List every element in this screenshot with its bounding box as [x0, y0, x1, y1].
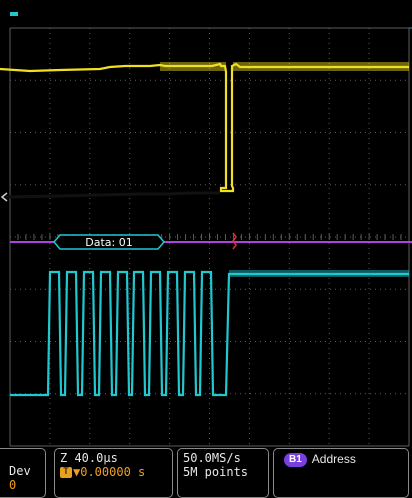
dev-label: Dev [9, 464, 31, 478]
bus-status-line: B1 Address [284, 452, 356, 467]
zoom-readout: Z 40.0µs [60, 451, 118, 465]
bus-b1-badge: B1 [284, 452, 307, 467]
trigger-position-readout: T ▼0.00000 s [60, 465, 145, 479]
top-strip [0, 0, 412, 28]
trigger-position-value: ▼0.00000 s [73, 465, 146, 479]
ch2-ref-marker [10, 12, 18, 16]
oscilloscope-screen: Data: 01 [0, 0, 412, 447]
sample-rate: 50.0MS/s [183, 451, 241, 465]
ch1-noise-band [160, 62, 226, 71]
bus-status-box[interactable]: B1 Address [273, 448, 409, 498]
ch1-waveform [0, 62, 409, 193]
ch3-trace [5, 191, 220, 199]
bus-status-label: Address [311, 452, 356, 466]
record-length: 5M points [183, 465, 249, 479]
ch1-noise-band [233, 62, 409, 71]
dev-value: 0 [9, 478, 17, 492]
ch2-noise-band [229, 270, 409, 277]
acquisition-status-box[interactable]: 50.0MS/s 5M points [177, 448, 269, 498]
horizontal-status-box[interactable]: Z 40.0µs T ▼0.00000 s [54, 448, 173, 498]
trigger-t-icon: T [60, 467, 72, 478]
bus-decode-label: Data: 01 [85, 236, 132, 249]
dev-status-box[interactable]: Dev 0 [0, 448, 46, 498]
